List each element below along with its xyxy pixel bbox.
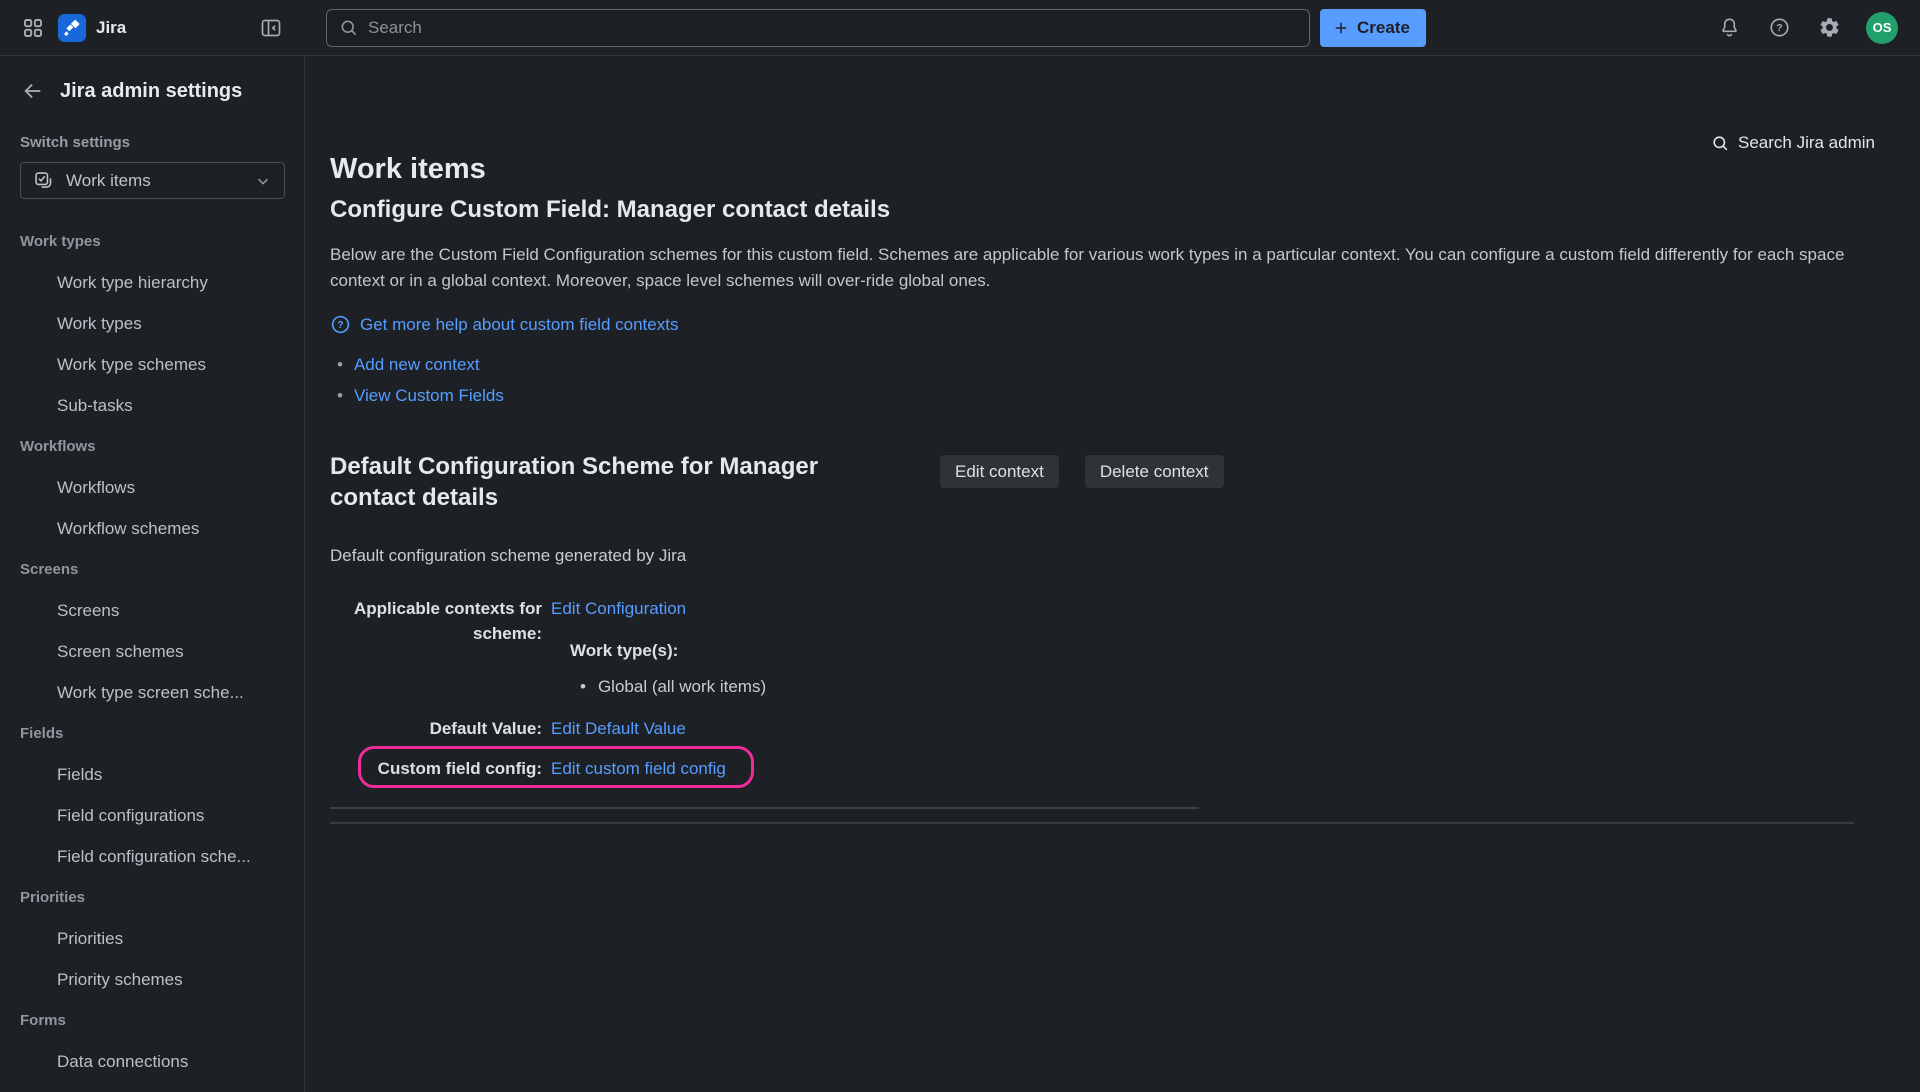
back-arrow-icon <box>22 80 44 102</box>
table-divider <box>330 807 1199 809</box>
global-search[interactable] <box>326 9 1310 47</box>
notifications-button[interactable] <box>1716 14 1743 41</box>
sidebar-section-screens: Screens <box>20 549 284 590</box>
sidebar-item-work-type-hierarchy[interactable]: Work type hierarchy <box>20 262 284 303</box>
topbar-right-cluster: ? OS <box>1716 12 1920 44</box>
sidebar-section-workflows: Workflows <box>20 426 284 467</box>
add-new-context-link[interactable]: Add new context <box>354 349 480 380</box>
sidebar-section-fields: Fields <box>20 713 284 754</box>
custom-field-config-label: Custom field config: <box>330 756 542 782</box>
list-item: Add new context <box>330 349 1920 380</box>
edit-default-value-link[interactable]: Edit Default Value <box>551 719 686 738</box>
sidebar-section-forms: Forms <box>20 1000 284 1041</box>
main-content: Search Jira admin Work items Configure C… <box>305 56 1920 1092</box>
search-icon <box>339 18 359 38</box>
sidebar-item-data-connections[interactable]: Data connections <box>20 1041 284 1082</box>
default-value-row: Default Value: Edit Default Value <box>330 716 1199 742</box>
sidebar-item-field-configuration-schemes[interactable]: Field configuration sche... <box>20 836 284 877</box>
sidebar-section-priorities: Priorities <box>20 877 284 918</box>
sidebar-item-workflows[interactable]: Workflows <box>20 467 284 508</box>
chevron-down-icon <box>254 172 272 190</box>
sidebar-item-fields[interactable]: Fields <box>20 754 284 795</box>
applicable-contexts-label: Applicable contexts for scheme: <box>330 596 542 699</box>
help-icon: ? <box>1768 16 1791 39</box>
app-switcher-button[interactable] <box>20 15 46 41</box>
sidebar-item-sub-tasks[interactable]: Sub-tasks <box>20 385 284 426</box>
work-items-icon <box>33 170 54 191</box>
bell-icon <box>1718 16 1741 39</box>
svg-text:?: ? <box>337 320 343 331</box>
work-types-item: Global (all work items) <box>580 674 766 699</box>
edit-configuration-link[interactable]: Edit Configuration <box>551 599 686 618</box>
settings-switcher-dropdown[interactable]: Work items <box>20 162 285 199</box>
sidebar-item-priorities[interactable]: Priorities <box>20 918 284 959</box>
app-name: Jira <box>96 18 126 38</box>
sidebar-item-work-types[interactable]: Work types <box>20 303 284 344</box>
collapse-sidebar-button[interactable] <box>257 14 285 42</box>
plus-icon <box>1332 19 1350 37</box>
default-value-label: Default Value: <box>330 716 542 742</box>
settings-switcher-value: Work items <box>66 171 151 191</box>
help-button[interactable]: ? <box>1766 14 1793 41</box>
custom-field-config-row: Custom field config: Edit custom field c… <box>330 756 1199 782</box>
applicable-contexts-row: Applicable contexts for scheme: Edit Con… <box>330 596 1199 699</box>
sidebar-item-work-type-screen-schemes[interactable]: Work type screen sche... <box>20 672 284 713</box>
help-circle-icon: ? <box>330 314 351 335</box>
page-title: Work items <box>330 153 1920 186</box>
global-search-input[interactable] <box>368 18 1297 38</box>
sidebar-item-work-type-schemes[interactable]: Work type schemes <box>20 344 284 385</box>
sidebar-item-workflow-schemes[interactable]: Workflow schemes <box>20 508 284 549</box>
svg-text:?: ? <box>1776 22 1782 34</box>
settings-button[interactable] <box>1816 14 1843 41</box>
scheme-heading: Default Configuration Scheme for Manager… <box>330 451 875 513</box>
topbar-left-cluster: Jira <box>0 0 305 55</box>
app-switcher-icon <box>22 17 44 39</box>
create-button[interactable]: Create <box>1320 9 1426 47</box>
search-icon <box>1711 134 1730 153</box>
list-item: View Custom Fields <box>330 380 1920 411</box>
scheme-subtitle: Default configuration scheme generated b… <box>330 546 1920 566</box>
switch-settings-label: Switch settings <box>20 134 284 151</box>
create-button-label: Create <box>1357 18 1410 38</box>
sidebar-item-screen-schemes[interactable]: Screen schemes <box>20 631 284 672</box>
app-home-link[interactable]: Jira <box>58 14 126 42</box>
sidebar-item-priority-schemes[interactable]: Priority schemes <box>20 959 284 1000</box>
sidebar-section-work-types: Work types <box>20 221 284 262</box>
top-navigation-bar: Jira Create <box>0 0 1920 56</box>
sidebar-title: Jira admin settings <box>60 80 242 103</box>
search-jira-admin-label: Search Jira admin <box>1738 133 1875 153</box>
collapse-sidebar-icon <box>259 16 283 40</box>
configure-field-heading: Configure Custom Field: Manager contact … <box>330 196 1920 224</box>
content-divider <box>330 822 1854 824</box>
avatar-initials: OS <box>1873 20 1892 35</box>
edit-custom-field-config-link[interactable]: Edit custom field config <box>551 759 726 778</box>
work-types-label: Work type(s): <box>570 638 766 663</box>
sidebar-item-screens[interactable]: Screens <box>20 590 284 631</box>
sidebar-item-field-configurations[interactable]: Field configurations <box>20 795 284 836</box>
get-more-help-link[interactable]: Get more help about custom field context… <box>360 315 678 335</box>
sidebar-section-work-item-features: Work item features <box>20 1082 284 1092</box>
global-context-value: Global (all work items) <box>598 674 766 699</box>
admin-settings-sidebar: Jira admin settings Switch settings Work… <box>0 56 305 1092</box>
user-avatar[interactable]: OS <box>1866 12 1898 44</box>
back-button[interactable] <box>20 78 46 104</box>
field-description: Below are the Custom Field Configuration… <box>330 242 1858 294</box>
search-jira-admin-button[interactable]: Search Jira admin <box>1711 133 1875 153</box>
configuration-table: Applicable contexts for scheme: Edit Con… <box>330 596 1199 809</box>
jira-logo-icon <box>58 14 86 42</box>
edit-context-button[interactable]: Edit context <box>940 455 1059 488</box>
view-custom-fields-link[interactable]: View Custom Fields <box>354 380 504 411</box>
gear-icon <box>1818 16 1841 39</box>
delete-context-button[interactable]: Delete context <box>1085 455 1224 488</box>
